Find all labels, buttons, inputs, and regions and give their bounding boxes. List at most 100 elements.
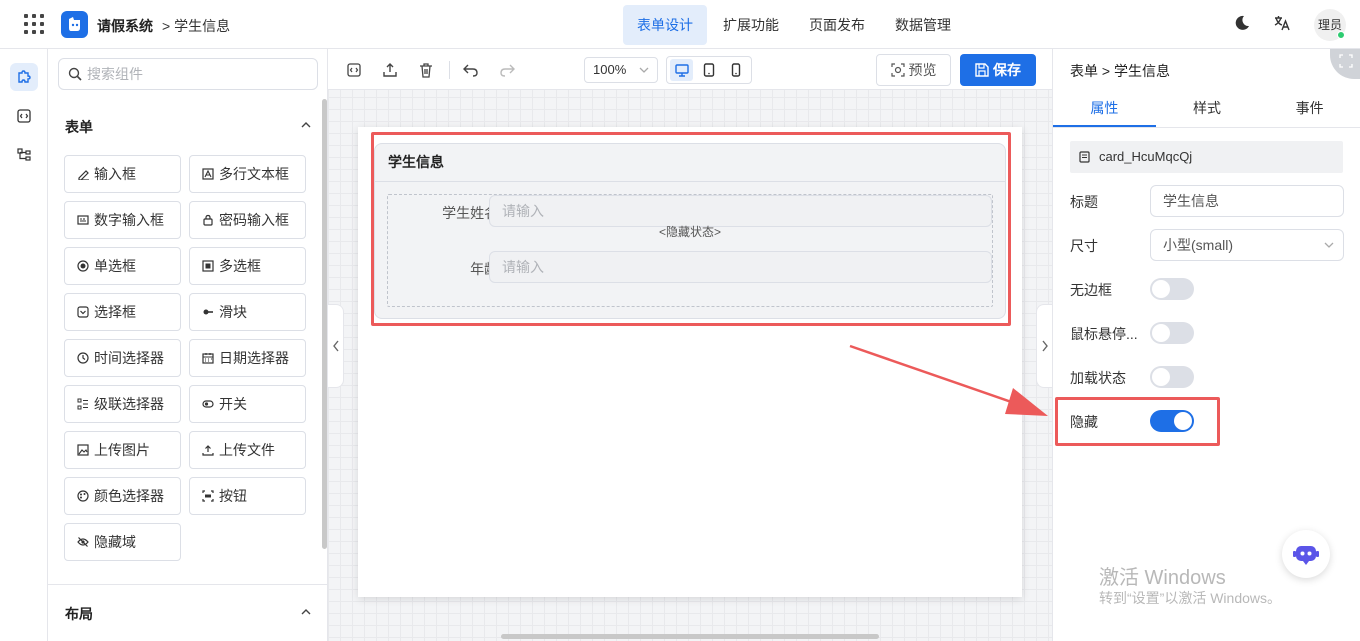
search-icon (68, 67, 82, 81)
activation-watermark: 激活 Windows (1099, 567, 1226, 589)
app-logo (61, 11, 88, 38)
top-header: 请假系统 > 学生信息 表单设计 扩展功能 页面发布 数据管理 理员 (0, 0, 1360, 49)
radio-icon (77, 260, 89, 272)
export-icon[interactable] (381, 61, 399, 79)
translate-icon[interactable] (1273, 14, 1291, 32)
toolbar-separator (449, 61, 450, 79)
tab-style[interactable]: 样式 (1156, 89, 1259, 127)
components-rail-button[interactable] (10, 63, 38, 91)
hover-switch[interactable] (1150, 322, 1194, 344)
eye-off-icon (77, 536, 89, 548)
component-textarea[interactable]: 多行文本框 (189, 155, 306, 193)
zoom-value: 100% (593, 62, 627, 77)
tab-properties[interactable]: 属性 (1053, 89, 1156, 127)
tab-data-management[interactable]: 数据管理 (881, 5, 965, 45)
moon-icon[interactable] (1233, 14, 1251, 32)
textarea-icon (202, 168, 214, 180)
activation-watermark-sub: 转到“设置”以激活 Windows。 (1099, 590, 1282, 606)
component-clock[interactable]: 时间选择器 (64, 339, 181, 377)
component-eye-off[interactable]: 隐藏域 (64, 523, 181, 561)
tab-publish[interactable]: 页面发布 (795, 5, 879, 45)
puzzle-icon (16, 69, 32, 85)
robot-icon (1293, 542, 1319, 566)
search-input[interactable] (87, 59, 307, 89)
loading-switch[interactable] (1150, 366, 1194, 388)
code-rail-button[interactable] (10, 102, 38, 130)
breadcrumb[interactable]: > 学生信息 (162, 16, 230, 36)
section-form-title: 表单 (65, 119, 93, 135)
component-id: card_HcuMqcQj (1070, 141, 1343, 173)
component-label: 颜色选择器 (94, 488, 164, 504)
title-input[interactable]: 学生信息 (1150, 185, 1344, 217)
chevron-up-icon[interactable] (300, 119, 312, 131)
component-label: 上传图片 (94, 442, 150, 458)
tab-form-design[interactable]: 表单设计 (623, 5, 707, 45)
fullscreen-button[interactable] (1330, 49, 1360, 79)
apps-grid-icon[interactable] (24, 14, 44, 34)
component-button[interactable]: 按钮 (189, 477, 306, 515)
chevron-down-icon (1323, 230, 1335, 260)
palette-icon (77, 490, 89, 502)
card-icon (1079, 151, 1090, 163)
no-border-label: 无边框 (1070, 282, 1112, 298)
component-cascader[interactable]: 级联选择器 (64, 385, 181, 423)
switch-icon (202, 398, 214, 410)
component-number[interactable]: 数字输入框 (64, 201, 181, 239)
section-layout-title: 布局 (65, 606, 93, 622)
component-radio[interactable]: 单选框 (64, 247, 181, 285)
component-label: 多行文本框 (219, 166, 289, 182)
collapse-left-button[interactable] (328, 304, 344, 388)
tree-icon (17, 148, 31, 162)
no-border-switch[interactable] (1150, 278, 1194, 300)
component-slider[interactable]: 滑块 (189, 293, 306, 331)
component-label: 开关 (219, 396, 247, 412)
hover-label: 鼠标悬停... (1070, 326, 1138, 342)
tab-extensions[interactable]: 扩展功能 (709, 5, 793, 45)
component-label: 数字输入框 (94, 212, 164, 228)
component-label: 滑块 (219, 304, 247, 320)
chatbot-button[interactable] (1282, 530, 1330, 578)
component-checkbox[interactable]: 多选框 (189, 247, 306, 285)
component-pencil[interactable]: 输入框 (64, 155, 181, 193)
component-calendar[interactable]: 日期选择器 (189, 339, 306, 377)
desktop-icon[interactable] (670, 59, 694, 81)
mobile-icon[interactable] (725, 59, 748, 81)
component-select[interactable]: 选择框 (64, 293, 181, 331)
component-label: 隐藏域 (94, 534, 136, 550)
preview-button[interactable]: 预览 (876, 54, 951, 86)
size-value: 小型(small) (1163, 237, 1233, 253)
component-image[interactable]: 上传图片 (64, 431, 181, 469)
preview-icon (890, 63, 905, 77)
component-palette[interactable]: 颜色选择器 (64, 477, 181, 515)
tree-rail-button[interactable] (10, 141, 38, 169)
component-label: 输入框 (94, 166, 136, 182)
component-switch[interactable]: 开关 (189, 385, 306, 423)
component-lock[interactable]: 密码输入框 (189, 201, 306, 239)
left-rail (0, 49, 48, 641)
trash-icon[interactable] (417, 61, 435, 79)
component-label: 多选框 (219, 258, 261, 274)
component-upload[interactable]: 上传文件 (189, 431, 306, 469)
undo-icon[interactable] (462, 61, 480, 79)
title-label: 标题 (1070, 194, 1098, 210)
panel-scrollbar[interactable] (322, 99, 327, 549)
switch-knob (1152, 368, 1170, 386)
tab-events[interactable]: 事件 (1258, 89, 1360, 127)
user-avatar[interactable]: 理员 (1314, 9, 1346, 41)
chevron-up-icon[interactable] (300, 606, 312, 618)
code-icon[interactable] (345, 61, 363, 79)
component-label: 时间选择器 (94, 350, 164, 366)
checkbox-icon (202, 260, 214, 272)
clock-icon (77, 352, 89, 364)
component-panel: 表单 输入框 多行文本框数字输入框 密码输入框单选框 多选框选择框 滑块时间选择器 日期选… (48, 49, 328, 641)
canvas-scrollbar[interactable] (501, 634, 879, 639)
component-label: 日期选择器 (219, 350, 289, 366)
redo-icon[interactable] (498, 61, 516, 79)
lock-icon (202, 214, 214, 226)
zoom-select[interactable]: 100% (584, 57, 658, 83)
size-select[interactable]: 小型(small) (1150, 229, 1344, 261)
preview-label: 预览 (908, 62, 937, 78)
tablet-icon[interactable] (697, 59, 720, 81)
save-button[interactable]: 保存 (960, 54, 1036, 86)
upload-icon (202, 444, 214, 456)
